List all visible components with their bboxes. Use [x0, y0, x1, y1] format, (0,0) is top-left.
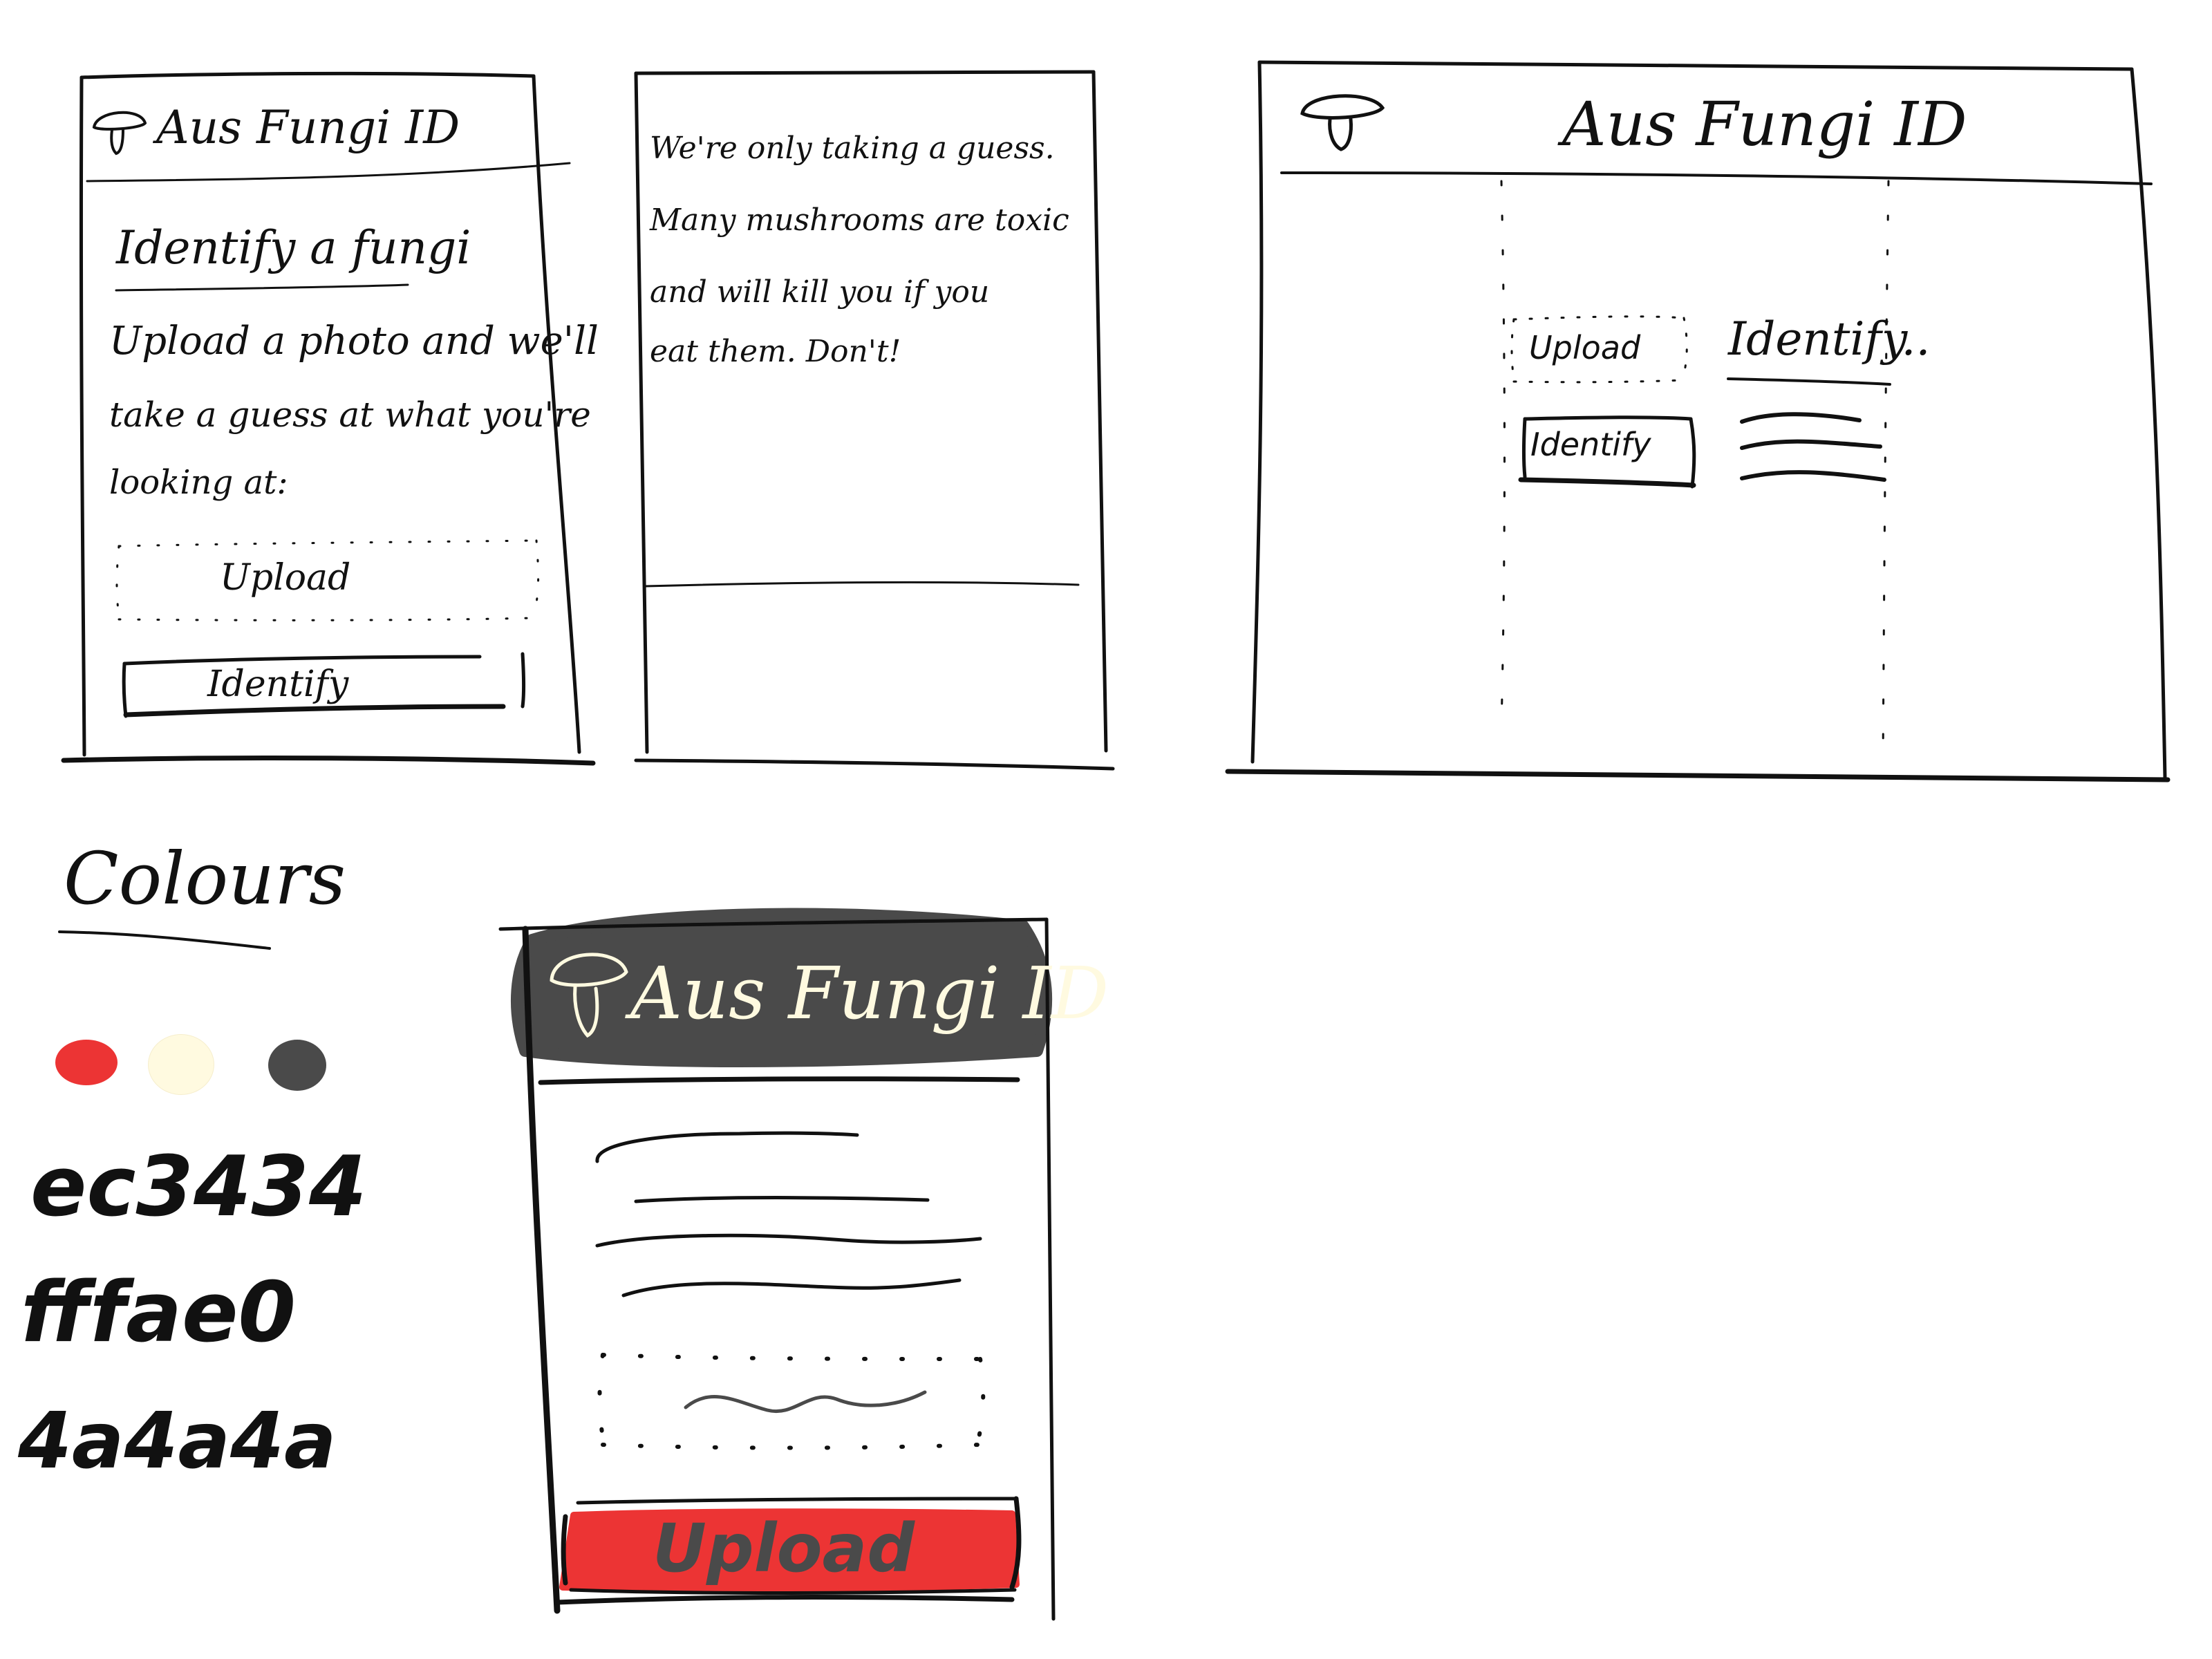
mushroom-icon [550, 953, 628, 1038]
color-mockup-outline [498, 908, 1056, 1621]
color-mockup-upload-label[interactable]: Upload [653, 1510, 915, 1587]
color-mockup-text-placeholder [595, 1131, 982, 1297]
color-mockup-app-title: Aus Fungi ID [630, 951, 1109, 1035]
color-mockup-upload-dropzone [597, 1353, 986, 1450]
color-mockup-dropzone-squiggle [684, 1390, 927, 1414]
